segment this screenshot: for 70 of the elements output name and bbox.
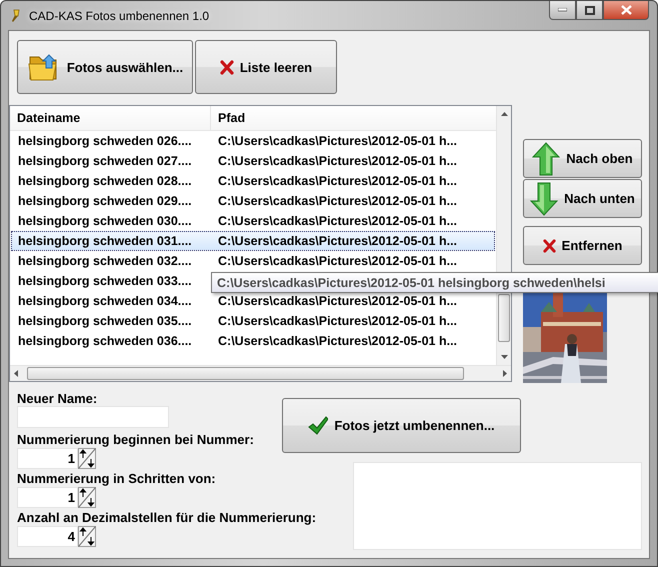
close-icon — [620, 5, 632, 15]
up-arrow-icon — [532, 142, 560, 176]
field-label: Anzahl an Dezimalstellen für die Nummerierung: — [17, 509, 316, 525]
file-row[interactable]: helsingborg schweden 027.... C:\Users\cadkas\Pictures\2012-05-01 h... — [11, 151, 496, 171]
file-row[interactable]: helsingborg schweden 031.... C:\Users\cadkas\Pictures\2012-05-01 h... — [11, 231, 496, 251]
field-label: Nummerierung beginnen bei Nummer: — [17, 431, 254, 447]
column-header[interactable]: Dateiname — [10, 106, 211, 130]
select-photos-button[interactable]: Fotos auswählen... — [17, 40, 193, 94]
file-name: helsingborg schweden 034.... — [17, 293, 193, 310]
file-path: C:\Users\cadkas\Pictures\2012-05-01 h... — [217, 253, 458, 270]
file-name: helsingborg schweden 035.... — [17, 313, 193, 330]
field-label: Neuer Name: — [17, 391, 98, 406]
scroll-down-icon — [500, 355, 508, 359]
file-path: C:\Users\cadkas\Pictures\2012-05-01 h... — [217, 133, 458, 150]
checkmark-icon — [308, 416, 328, 436]
file-path: C:\Users\cadkas\Pictures\2012-05-01 h... — [217, 313, 458, 330]
scroll-up-icon — [500, 112, 508, 116]
maximize-button[interactable] — [576, 1, 603, 20]
file-name: helsingborg schweden 036.... — [17, 333, 193, 350]
file-path: C:\Users\cadkas\Pictures\2012-05-01 h... — [217, 233, 458, 250]
file-name: helsingborg schweden 029.... — [17, 193, 193, 210]
number-field[interactable]: 1 — [17, 487, 78, 508]
file-name: helsingborg schweden 027.... — [17, 153, 193, 170]
file-name: helsingborg schweden 026.... — [17, 133, 193, 150]
file-row[interactable]: helsingborg schweden 029.... C:\Users\cadkas\Pictures\2012-05-01 h... — [11, 191, 496, 211]
file-path: C:\Users\cadkas\Pictures\2012-05-01 h... — [217, 213, 458, 230]
rename-button[interactable]: Fotos jetzt umbenennen... — [282, 398, 521, 453]
window-title: CAD-KAS Fotos umbenennen 1.0 — [29, 8, 210, 22]
x-icon — [220, 60, 234, 74]
spin-button[interactable] — [78, 526, 96, 547]
tooltip: C:\Users\cadkas\Pictures\2012-05-01 helsingborg schweden\helsi — [211, 272, 658, 293]
file-name: helsingborg schweden 030.... — [17, 213, 193, 230]
file-row[interactable]: helsingborg schweden 034.... C:\Users\cadkas\Pictures\2012-05-01 h... — [11, 291, 496, 311]
column-header[interactable]: Pfad — [211, 106, 246, 130]
file-name: helsingborg schweden 028.... — [17, 173, 193, 190]
field-label: Nummerierung in Schritten von: — [17, 470, 216, 486]
x-icon — [542, 238, 556, 252]
spin-button[interactable] — [78, 448, 96, 469]
minimize-button[interactable] — [549, 1, 576, 20]
file-row[interactable]: helsingborg schweden 036.... C:\Users\cadkas\Pictures\2012-05-01 h... — [11, 331, 496, 351]
close-button[interactable] — [603, 1, 649, 20]
file-row[interactable]: helsingborg schweden 030.... C:\Users\cadkas\Pictures\2012-05-01 h... — [11, 211, 496, 231]
app-icon — [9, 8, 21, 22]
file-name: helsingborg schweden 031.... — [17, 233, 193, 250]
horizontal-scrollbar[interactable] — [10, 365, 511, 381]
file-row[interactable]: helsingborg schweden 028.... C:\Users\cadkas\Pictures\2012-05-01 h... — [11, 171, 496, 191]
move-up-button[interactable]: Nach oben — [523, 139, 642, 178]
number-field[interactable]: 4 — [17, 526, 78, 547]
down-arrow-icon — [530, 182, 558, 216]
clear-list-button[interactable]: Liste leeren — [195, 40, 337, 94]
file-row[interactable]: helsingborg schweden 032.... C:\Users\cadkas\Pictures\2012-05-01 h... — [11, 251, 496, 271]
file-path: C:\Users\cadkas\Pictures\2012-05-01 h... — [217, 193, 458, 210]
file-path: C:\Users\cadkas\Pictures\2012-05-01 h... — [217, 173, 458, 190]
remove-button[interactable]: Entfernen — [523, 226, 642, 265]
name-field[interactable] — [17, 406, 169, 428]
file-row[interactable]: helsingborg schweden 026.... C:\Users\cadkas\Pictures\2012-05-01 h... — [11, 131, 496, 151]
file-name: helsingborg schweden 032.... — [17, 253, 193, 270]
spin-button[interactable] — [78, 487, 96, 508]
scroll-right-icon — [503, 370, 507, 377]
file-path: C:\Users\cadkas\Pictures\2012-05-01 h... — [217, 293, 458, 310]
scrollbar-thumb[interactable] — [498, 294, 510, 342]
move-down-button[interactable]: Nach unten — [523, 179, 642, 218]
number-field[interactable]: 1 — [17, 448, 78, 469]
scroll-left-icon — [14, 370, 18, 377]
file-path: C:\Users\cadkas\Pictures\2012-05-01 h... — [217, 333, 458, 350]
maximize-icon — [584, 6, 594, 14]
file-row[interactable]: helsingborg schweden 035.... C:\Users\cadkas\Pictures\2012-05-01 h... — [11, 311, 496, 331]
file-path: C:\Users\cadkas\Pictures\2012-05-01 h... — [217, 153, 458, 170]
scrollbar-thumb[interactable] — [27, 367, 464, 380]
minimize-icon — [558, 8, 567, 12]
